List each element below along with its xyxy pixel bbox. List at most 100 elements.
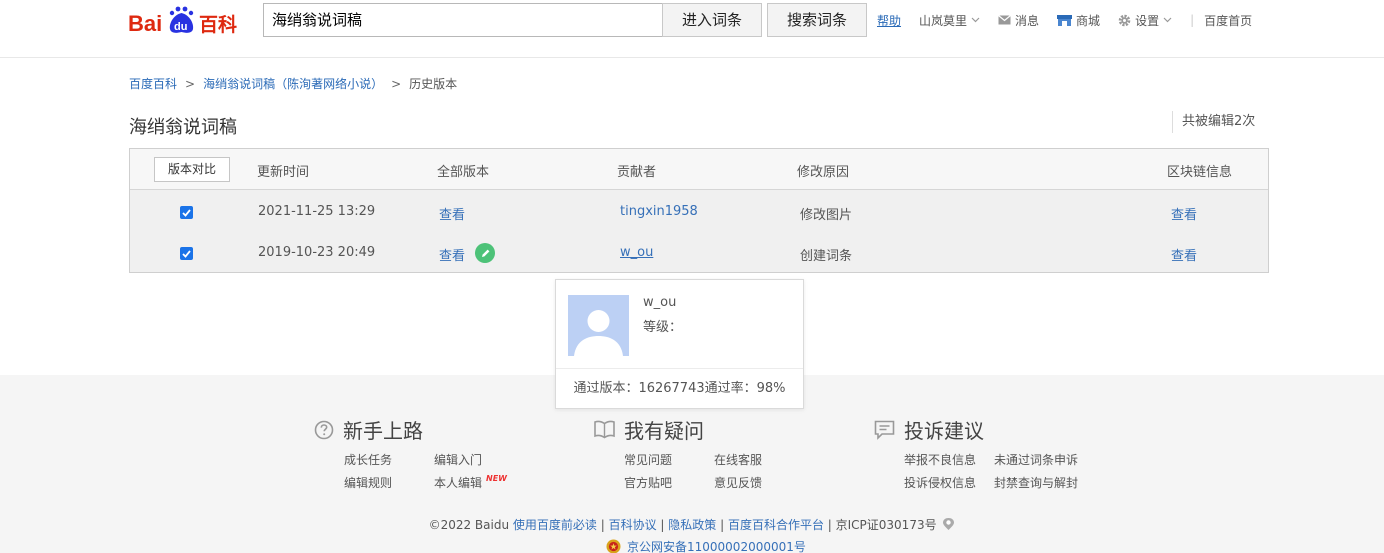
row-update-time: 2021-11-25 13:29 <box>258 204 376 219</box>
row-checkbox[interactable] <box>180 206 193 219</box>
breadcrumb-separator: > <box>185 77 196 91</box>
search-input[interactable]: 海绡翁说词稿 <box>263 3 663 37</box>
footer-link[interactable]: 本人编辑 <box>434 474 482 491</box>
check-icon <box>182 208 191 217</box>
breadcrumb-home[interactable]: 百度百科 <box>129 77 177 91</box>
search-entry-button[interactable]: 搜索词条 <box>767 3 867 37</box>
breadcrumb-entry[interactable]: 海绡翁说词稿（陈洵著网络小说） <box>203 77 383 91</box>
enter-entry-button[interactable]: 进入词条 <box>662 3 762 37</box>
messages-link[interactable]: 消息 <box>998 12 1039 29</box>
svg-text:百科: 百科 <box>199 13 237 36</box>
footer-column-heading: 投诉建议 <box>874 415 984 444</box>
user-info-popup: w_ou 等级： 通过版本：16267743通过率：98% <box>555 279 804 409</box>
row-blockchain-link[interactable]: 查看 <box>1171 245 1197 264</box>
footer-separator: | <box>596 518 609 532</box>
page-title: 海绡翁说词稿 <box>129 117 237 138</box>
chevron-down-icon <box>971 17 980 23</box>
header-edit-reason: 修改原因 <box>797 165 850 180</box>
footer-link[interactable]: 举报不良信息 <box>904 451 976 468</box>
breadcrumb-current: 历史版本 <box>409 77 458 91</box>
chevron-down-icon <box>1163 17 1172 23</box>
breadcrumb: 百度百科 > 海绡翁说词稿（陈洵著网络小说） > 历史版本 <box>129 75 457 92</box>
avatar[interactable] <box>568 295 629 356</box>
breadcrumb-separator: > <box>391 77 402 91</box>
footer-link[interactable]: 成长任务 <box>344 451 392 468</box>
mall-link[interactable]: 商城 <box>1057 12 1100 29</box>
baidu-home-link[interactable]: 百度首页 <box>1204 12 1252 29</box>
footer-separator: | <box>716 518 728 532</box>
table-row: 2021-11-25 13:29 查看 tingxin1958 修改图片 查看 <box>130 192 1268 232</box>
new-badge: NEW <box>486 474 507 483</box>
police-emblem-icon <box>606 539 621 553</box>
mall-label: 商城 <box>1076 13 1101 28</box>
popup-level: 等级： <box>643 320 683 335</box>
footer-link-privacy[interactable]: 隐私政策 <box>668 518 716 532</box>
settings-menu[interactable]: 设置 <box>1118 12 1172 29</box>
table-row: 2019-10-23 20:49 查看 w_ou 创建词条 查看 <box>130 233 1268 273</box>
row-view-version-link[interactable]: 查看 <box>439 204 465 223</box>
footer-link[interactable]: 未通过词条申诉 <box>994 451 1078 468</box>
edit-pencil-icon[interactable] <box>475 243 495 263</box>
question-circle-icon <box>314 420 334 439</box>
row-update-time: 2019-10-23 20:49 <box>258 245 376 260</box>
footer-separator: | <box>823 518 836 532</box>
footer-column-heading: 我有疑问 <box>594 415 704 444</box>
row-edit-reason: 创建词条 <box>800 249 853 264</box>
gear-icon <box>1118 14 1131 26</box>
svg-text:Bai: Bai <box>128 11 162 36</box>
version-history-table: 版本对比 更新时间 全部版本 贡献者 修改原因 区块链信息 2021-11-25… <box>129 148 1269 273</box>
baidu-baike-logo[interactable]: Bai du 百科 <box>128 2 248 36</box>
footer-link[interactable]: 在线客服 <box>714 451 762 468</box>
footer-column-title: 新手上路 <box>343 419 423 443</box>
location-badge-icon <box>943 518 955 530</box>
police-record-text: 京公网安备11000002000001号 <box>627 540 806 553</box>
footer-column-title: 我有疑问 <box>624 419 704 443</box>
settings-label: 设置 <box>1135 13 1160 28</box>
footer-link[interactable]: 编辑规则 <box>344 474 392 491</box>
help-link[interactable]: 帮助 <box>877 12 901 29</box>
user-menu[interactable]: 山岚莫里 <box>919 12 980 29</box>
row-view-version-link[interactable]: 查看 <box>439 245 465 264</box>
footer-link-read-before-use[interactable]: 使用百度前必读 <box>513 518 597 532</box>
footer-link[interactable]: 封禁查询与解封 <box>994 474 1078 491</box>
row-edit-reason: 修改图片 <box>800 208 853 223</box>
copyright-line: ©2022 Baidu 使用百度前必读 | 百科协议 | 隐私政策 | 百度百科… <box>0 516 1384 533</box>
compare-versions-button[interactable]: 版本对比 <box>154 157 230 182</box>
police-record-link[interactable]: 京公网安备11000002000001号 <box>606 538 806 553</box>
header-update-time: 更新时间 <box>257 165 310 180</box>
icp-license[interactable]: 京ICP证030173号 <box>836 518 937 532</box>
row-contributor-link[interactable]: tingxin1958 <box>620 204 698 219</box>
row-blockchain-link[interactable]: 查看 <box>1171 204 1197 223</box>
svg-text:du: du <box>174 21 187 33</box>
messages-label: 消息 <box>1015 13 1040 28</box>
header-contributor: 贡献者 <box>617 165 657 180</box>
copyright-text: ©2022 Baidu <box>428 518 513 532</box>
nav-divider: | <box>1190 13 1195 27</box>
top-nav: 帮助 山岚莫里 消息 商城 设置 | 百度首页 <box>877 11 1270 29</box>
shop-icon <box>1057 14 1073 26</box>
header-blockchain-info: 区块链信息 <box>1167 165 1233 180</box>
footer-link[interactable]: 常见问题 <box>624 451 672 468</box>
popup-username: w_ou <box>643 295 677 310</box>
table-header: 版本对比 更新时间 全部版本 贡献者 修改原因 区块链信息 <box>130 149 1268 190</box>
top-header: Bai du 百科 海绡翁说词稿 进入词条 搜索词条 帮助 山岚莫里 消息 商城… <box>0 0 1384 58</box>
footer-link-agreement[interactable]: 百科协议 <box>609 518 657 532</box>
popup-stats: 通过版本：16267743通过率：98% <box>556 368 803 408</box>
username: 山岚莫里 <box>919 13 968 28</box>
envelope-icon <box>998 15 1011 25</box>
footer-link-cooperation[interactable]: 百度百科合作平台 <box>728 518 824 532</box>
footer-column-title: 投诉建议 <box>904 419 984 443</box>
footer-separator: | <box>656 518 669 532</box>
footer-column-heading: 新手上路 <box>314 415 423 444</box>
message-icon <box>874 420 895 440</box>
footer-link[interactable]: 官方贴吧 <box>624 474 672 491</box>
row-contributor-link[interactable]: w_ou <box>620 245 653 260</box>
footer-link[interactable]: 编辑入门 <box>434 451 482 468</box>
row-checkbox[interactable] <box>180 247 193 260</box>
footer-link[interactable]: 意见反馈 <box>714 474 762 491</box>
book-icon <box>594 420 615 439</box>
header-all-versions: 全部版本 <box>437 165 490 180</box>
footer-link[interactable]: 投诉侵权信息 <box>904 474 976 491</box>
edit-count: 共被编辑2次 <box>1172 111 1255 133</box>
check-icon <box>182 249 191 258</box>
